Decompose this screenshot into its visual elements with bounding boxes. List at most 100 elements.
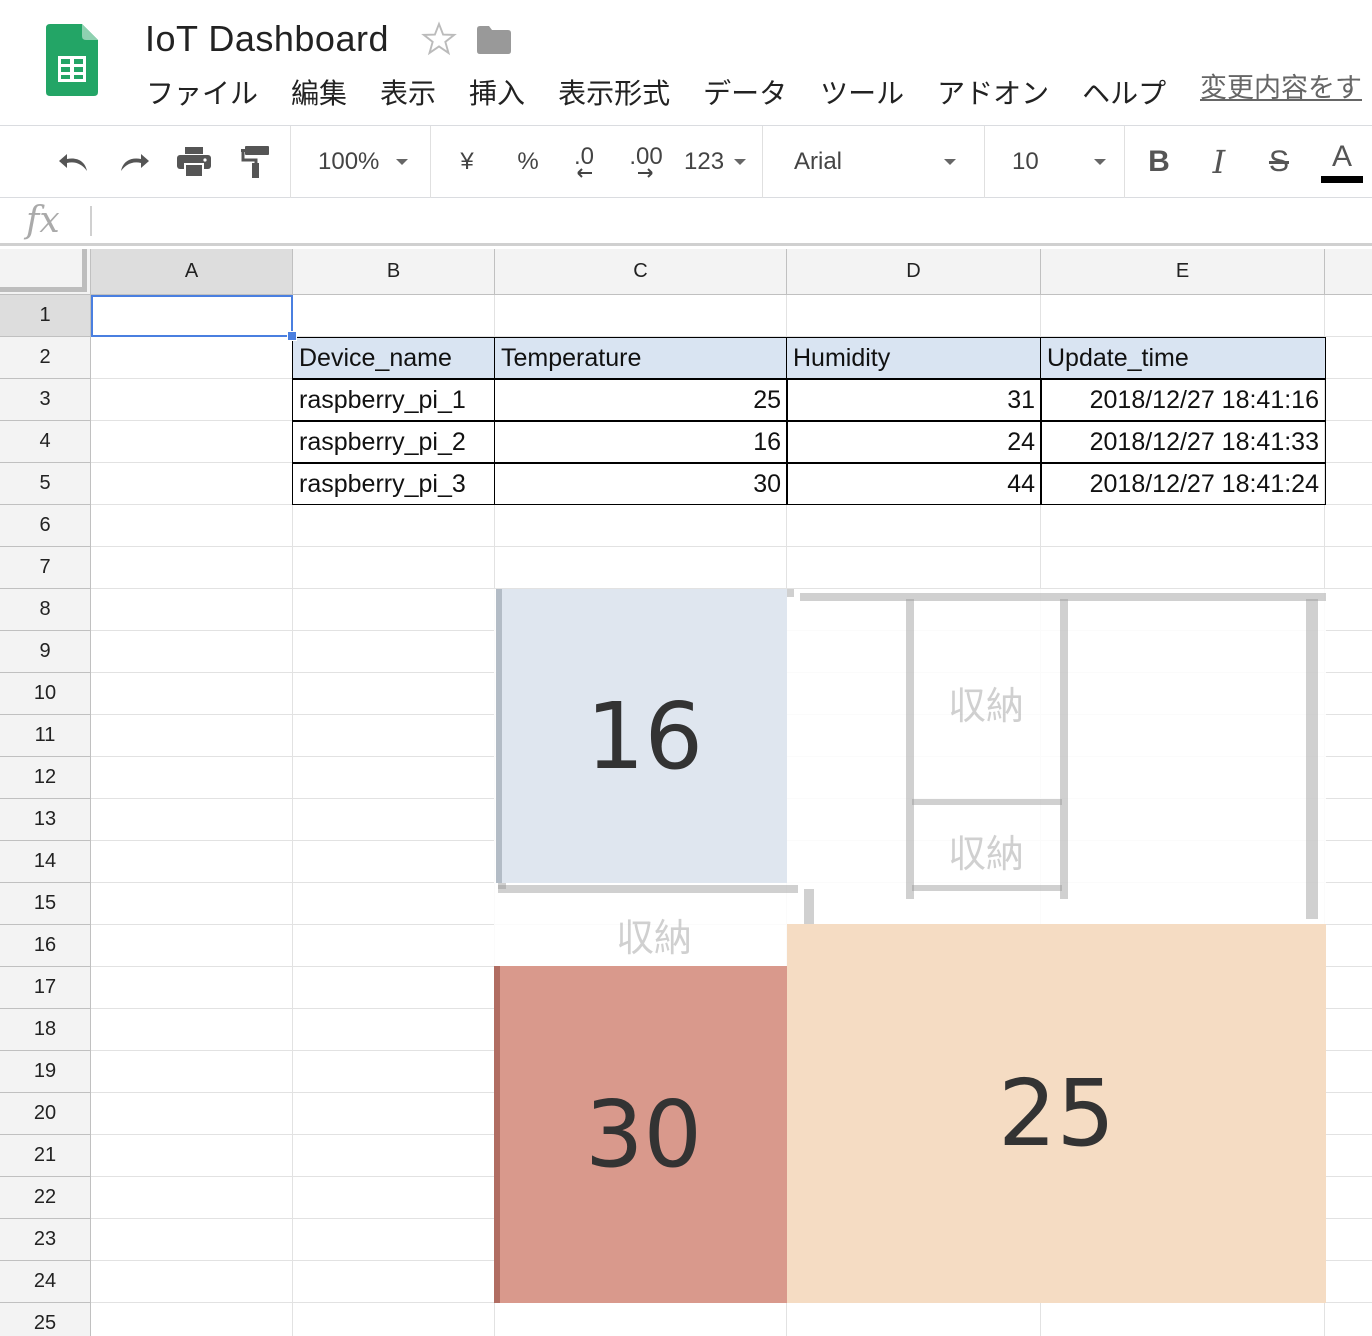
row-header-25[interactable]: 25 <box>0 1303 91 1336</box>
room-raspberry-pi-1[interactable]: 25 <box>787 924 1326 1303</box>
table-cell-humidity[interactable]: 24 <box>786 421 1042 463</box>
table-cell-humidity[interactable]: 44 <box>786 463 1042 505</box>
column-header-c[interactable]: C <box>495 249 787 295</box>
table-header-update-time[interactable]: Update_time <box>1040 337 1326 379</box>
row-header-18[interactable]: 18 <box>0 1009 91 1051</box>
column-header-b[interactable]: B <box>293 249 495 295</box>
row-header-15[interactable]: 15 <box>0 883 91 925</box>
row-header-9[interactable]: 9 <box>0 631 91 673</box>
column-header-e[interactable]: E <box>1041 249 1325 295</box>
row-header-13[interactable]: 13 <box>0 799 91 841</box>
row-header-24[interactable]: 24 <box>0 1261 91 1303</box>
strikethrough-icon: S <box>1268 145 1289 178</box>
row-header-6[interactable]: 6 <box>0 505 91 547</box>
toolbar-separator <box>290 126 291 198</box>
undo-icon[interactable] <box>52 126 96 198</box>
table-header-temperature[interactable]: Temperature <box>494 337 788 379</box>
app-header: IoT Dashboard ファイル 編集 表示 挿入 表示形式 データ ツール… <box>0 0 1372 126</box>
table-cell-update-time[interactable]: 2018/12/27 18:41:24 <box>1040 463 1326 505</box>
row-header-22[interactable]: 22 <box>0 1177 91 1219</box>
text-color-button[interactable]: A <box>1320 126 1364 198</box>
room-temperature: 16 <box>585 682 704 790</box>
row-header-7[interactable]: 7 <box>0 547 91 589</box>
print-icon[interactable] <box>172 126 216 198</box>
folder-icon[interactable] <box>477 26 511 54</box>
column-header-f[interactable] <box>1325 249 1372 295</box>
row-header-5[interactable]: 5 <box>0 463 91 505</box>
italic-button[interactable]: I <box>1200 126 1238 198</box>
row-header-12[interactable]: 12 <box>0 757 91 799</box>
row-header-4[interactable]: 4 <box>0 421 91 463</box>
row-header-10[interactable]: 10 <box>0 673 91 715</box>
font-family-select[interactable]: Arial <box>782 126 968 198</box>
last-edit-link[interactable]: 変更内容をす <box>1200 72 1362 104</box>
row-header-3[interactable]: 3 <box>0 379 91 421</box>
menu-edit[interactable]: 編集 <box>291 74 347 114</box>
bold-button[interactable]: B <box>1140 126 1178 198</box>
floorplan-wall <box>912 885 1062 891</box>
table-cell-device-name[interactable]: raspberry_pi_3 <box>292 463 495 505</box>
column-header-a[interactable]: A <box>91 249 293 295</box>
table-header-humidity[interactable]: Humidity <box>786 337 1042 379</box>
table-cell-temperature[interactable]: 16 <box>494 421 788 463</box>
menu-view[interactable]: 表示 <box>380 74 436 114</box>
floorplan-wall <box>498 885 798 893</box>
row-header-17[interactable]: 17 <box>0 967 91 1009</box>
row-header-2[interactable]: 2 <box>0 337 91 379</box>
font-size-value: 10 <box>1012 148 1039 175</box>
paint-format-icon[interactable] <box>236 126 276 198</box>
row-header-20[interactable]: 20 <box>0 1093 91 1135</box>
formula-divider <box>90 206 92 236</box>
table-cell-temperature[interactable]: 25 <box>494 379 788 421</box>
row-header-21[interactable]: 21 <box>0 1135 91 1177</box>
row-gridline <box>91 546 1372 547</box>
table-cell-device-name[interactable]: raspberry_pi_2 <box>292 421 495 463</box>
table-cell-device-name[interactable]: raspberry_pi_1 <box>292 379 495 421</box>
floorplan-wall <box>1060 599 1068 899</box>
table-cell-humidity[interactable]: 31 <box>786 379 1042 421</box>
room-raspberry-pi-3[interactable]: 30 <box>494 966 787 1303</box>
select-all-corner[interactable] <box>0 249 91 295</box>
menu-format[interactable]: 表示形式 <box>558 74 670 114</box>
row-header-11[interactable]: 11 <box>0 715 91 757</box>
menu-help[interactable]: ヘルプ <box>1082 74 1166 114</box>
column-header-d[interactable]: D <box>787 249 1041 295</box>
table-cell-temperature[interactable]: 30 <box>494 463 788 505</box>
floorplan-wall <box>1306 599 1318 919</box>
room-raspberry-pi-2[interactable]: 16 <box>496 589 787 883</box>
row-header-14[interactable]: 14 <box>0 841 91 883</box>
selected-cell-a1[interactable] <box>91 295 293 337</box>
star-icon[interactable] <box>420 20 458 58</box>
sheet-grid: A B C D E 1 2 3 4 5 6 7 8 9 10 11 12 13 14 15 16 17 18 19 2… <box>0 249 1372 1336</box>
floorplan-image[interactable]: 収納 収納 収納 16 30 25 <box>494 589 1326 1303</box>
formula-input[interactable] <box>100 204 1360 238</box>
strikethrough-button[interactable]: S <box>1260 126 1298 198</box>
fill-handle[interactable] <box>287 331 297 341</box>
menu-tools[interactable]: ツール <box>820 74 904 114</box>
row-header-16[interactable]: 16 <box>0 925 91 967</box>
percent-format-button[interactable]: % <box>508 126 548 198</box>
number-format-select[interactable]: 123 <box>680 126 750 198</box>
table-cell-update-time[interactable]: 2018/12/27 18:41:16 <box>1040 379 1326 421</box>
decrease-decimal-button[interactable]: .0 <box>562 126 606 198</box>
currency-format-button[interactable]: ¥ <box>448 126 486 198</box>
toolbar-separator <box>762 126 763 198</box>
menu-insert[interactable]: 挿入 <box>469 74 525 114</box>
menu-file[interactable]: ファイル <box>146 74 258 114</box>
row-header-23[interactable]: 23 <box>0 1219 91 1261</box>
menu-data[interactable]: データ <box>703 74 787 114</box>
font-size-select[interactable]: 10 <box>1002 126 1116 198</box>
row-header-8[interactable]: 8 <box>0 589 91 631</box>
menu-addons[interactable]: アドオン <box>937 74 1049 114</box>
sheets-logo-icon[interactable] <box>46 24 98 96</box>
row-header-1[interactable]: 1 <box>0 295 91 337</box>
increase-decimal-button[interactable]: .00 <box>622 126 670 198</box>
row-header-19[interactable]: 19 <box>0 1051 91 1093</box>
table-cell-update-time[interactable]: 2018/12/27 18:41:33 <box>1040 421 1326 463</box>
toolbar-separator <box>984 126 985 198</box>
table-header-device-name[interactable]: Device_name <box>292 337 495 379</box>
document-title[interactable]: IoT Dashboard <box>145 18 389 60</box>
floorplan-wall <box>804 889 814 929</box>
redo-icon[interactable] <box>112 126 156 198</box>
zoom-select[interactable]: 100% <box>308 126 418 198</box>
